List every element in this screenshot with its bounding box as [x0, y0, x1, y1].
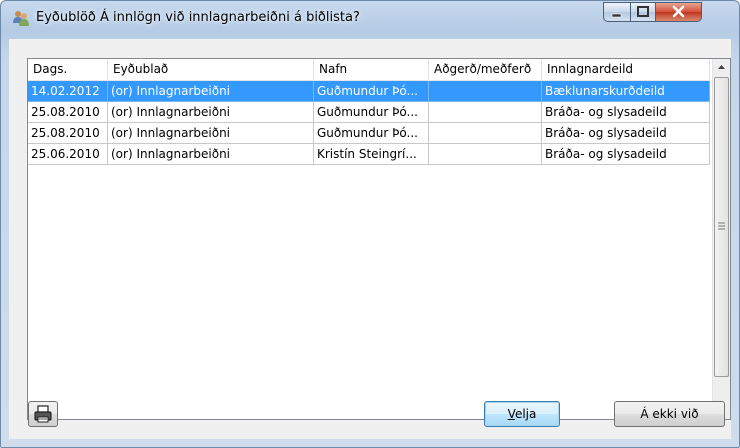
minimize-icon: [611, 13, 622, 18]
cell-ward: Bráða- og slysadeild: [542, 102, 710, 123]
grip-icon: [718, 222, 725, 230]
cell-form: (or) Innlagnarbeiðni: [108, 123, 314, 144]
cell-name: Guðmundur Þó...: [314, 123, 429, 144]
close-icon: [672, 5, 685, 18]
column-header-date[interactable]: Dags.: [28, 59, 108, 80]
cell-name: Guðmundur Þó...: [314, 81, 429, 102]
column-header-form[interactable]: Eyðublað: [108, 59, 314, 80]
cell-date: 25.06.2010: [28, 144, 108, 165]
cell-name: Guðmundur Þó...: [314, 102, 429, 123]
dialog-body: Dags. Eyðublað Nafn Aðgerð/meðferð Innla…: [9, 39, 731, 439]
column-header-procedure[interactable]: Aðgerð/meðferð: [429, 59, 542, 80]
not-applicable-button[interactable]: Á ekki við: [614, 401, 725, 427]
select-button[interactable]: Velja: [484, 401, 560, 427]
cell-date: 25.08.2010: [28, 123, 108, 144]
select-button-label: elja: [514, 407, 537, 421]
cell-name: Kristín Steingrí...: [314, 144, 429, 165]
select-button-mnemonic: V: [507, 407, 515, 421]
cell-procedure: [429, 144, 542, 165]
cell-form: (or) Innlagnarbeiðni: [108, 102, 314, 123]
users-icon: [12, 9, 30, 27]
cell-ward: Bráða- og slysadeild: [542, 144, 710, 165]
window-title: Eyðublöð Á innlögn við innlagnarbeiðni á…: [36, 10, 360, 25]
maximize-icon: [637, 6, 649, 17]
table-row[interactable]: 25.06.2010 (or) Innlagnarbeiðni Kristín …: [28, 144, 710, 165]
cell-ward: Bæklunarskurðdeild: [542, 81, 710, 102]
list-header: Dags. Eyðublað Nafn Aðgerð/meðferð Innla…: [28, 59, 710, 81]
arrow-up-icon: [718, 65, 725, 69]
column-header-name[interactable]: Nafn: [314, 59, 429, 80]
maximize-button[interactable]: [630, 2, 656, 22]
printer-icon: [34, 405, 52, 423]
scroll-up-button[interactable]: [713, 59, 730, 76]
vertical-scrollbar[interactable]: [712, 59, 730, 419]
table-row[interactable]: 25.08.2010 (or) Innlagnarbeiðni Guðmundu…: [28, 123, 710, 144]
print-button[interactable]: [28, 401, 58, 427]
cell-procedure: [429, 123, 542, 144]
cell-procedure: [429, 81, 542, 102]
forms-list[interactable]: Dags. Eyðublað Nafn Aðgerð/meðferð Innla…: [27, 58, 731, 420]
table-row[interactable]: 14.02.2012 (or) Innlagnarbeiðni Guðmundu…: [28, 81, 710, 102]
minimize-button[interactable]: [603, 2, 630, 22]
cell-ward: Bráða- og slysadeild: [542, 123, 710, 144]
cell-procedure: [429, 102, 542, 123]
column-header-ward[interactable]: Innlagnardeild: [542, 59, 710, 80]
scrollbar-thumb[interactable]: [714, 77, 729, 377]
dialog-window: Eyðublöð Á innlögn við innlagnarbeiðni á…: [0, 0, 740, 448]
cell-date: 25.08.2010: [28, 102, 108, 123]
table-row[interactable]: 25.08.2010 (or) Innlagnarbeiðni Guðmundu…: [28, 102, 710, 123]
cell-form: (or) Innlagnarbeiðni: [108, 81, 314, 102]
close-button[interactable]: [656, 2, 702, 22]
title-bar[interactable]: Eyðublöð Á innlögn við innlagnarbeiðni á…: [1, 1, 739, 33]
cell-date: 14.02.2012: [28, 81, 108, 102]
cell-form: (or) Innlagnarbeiðni: [108, 144, 314, 165]
